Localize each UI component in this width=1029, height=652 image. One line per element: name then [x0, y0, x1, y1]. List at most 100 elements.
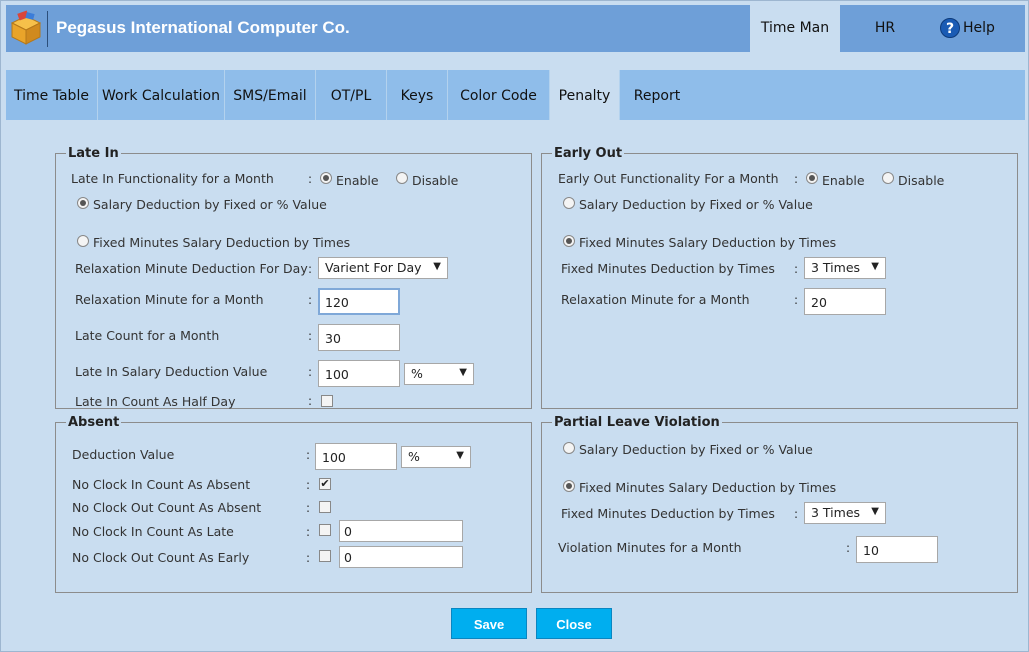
nav-hr[interactable]: HR	[840, 5, 930, 52]
chevron-down-icon: ▼	[459, 367, 467, 378]
absent-deduction-unit-select[interactable]: % ▼	[401, 446, 471, 468]
relax-day-label: Relaxation Minute Deduction For Day	[75, 261, 308, 276]
late-in-deduction-label: Late In Salary Deduction Value	[75, 364, 268, 379]
colon: :	[794, 507, 799, 521]
tab-color-code[interactable]: Color Code	[448, 70, 550, 120]
tab-report[interactable]: Report	[620, 70, 694, 120]
violation-minutes-input[interactable]: 10	[856, 536, 938, 563]
colon: :	[306, 501, 311, 515]
penalty-panel: Late In Late In Functionality for a Mont…	[6, 120, 1025, 643]
late-in-enable-radio[interactable]	[320, 172, 332, 184]
early-out-legend: Early Out	[552, 146, 625, 161]
absent-deduction-input[interactable]: 100	[315, 443, 397, 470]
colon: :	[308, 365, 313, 379]
no-clock-in-late-input[interactable]: 0	[339, 520, 463, 542]
app-logo	[6, 5, 46, 52]
colon: :	[308, 394, 313, 408]
chevron-down-icon: ▼	[433, 261, 441, 272]
partial-leave-fixed-times-select[interactable]: 3 Times ▼	[804, 502, 886, 524]
no-clock-in-absent-label: No Clock In Count As Absent	[72, 477, 251, 492]
no-clock-out-absent-checkbox[interactable]	[319, 501, 331, 513]
colon: :	[308, 329, 313, 343]
relax-day-select[interactable]: Varient For Day ▼	[318, 257, 448, 279]
app-title: Pegasus International Computer Co.	[56, 18, 350, 37]
late-in-salary-fixed-radio[interactable]	[77, 197, 89, 209]
colon: :	[306, 448, 311, 462]
late-in-functionality-label: Late In Functionality for a Month	[71, 171, 274, 186]
relax-day-value: Varient For Day	[325, 260, 422, 275]
early-out-enable-label: Enable	[822, 173, 865, 188]
no-clock-out-early-input[interactable]: 0	[339, 546, 463, 568]
late-in-fixed-minutes-radio[interactable]	[77, 235, 89, 247]
early-out-enable-radio[interactable]	[806, 172, 818, 184]
no-clock-in-late-checkbox[interactable]	[319, 524, 331, 536]
colon: :	[306, 478, 311, 492]
nav-help[interactable]: ? Help	[932, 5, 1024, 52]
colon: :	[794, 293, 799, 307]
colon: :	[308, 293, 313, 307]
early-out-relax-month-label: Relaxation Minute for a Month	[561, 292, 750, 307]
app-window: Pegasus International Computer Co. Time …	[0, 0, 1029, 652]
tab-keys[interactable]: Keys	[387, 70, 448, 120]
chevron-down-icon: ▼	[871, 506, 879, 517]
no-clock-in-absent-checkbox[interactable]: ✔	[319, 478, 331, 490]
tab-sms-email[interactable]: SMS/Email	[225, 70, 316, 120]
late-in-disable-label: Disable	[412, 173, 459, 188]
late-in-deduction-input[interactable]: 100	[318, 360, 400, 387]
colon: :	[794, 262, 799, 276]
late-in-disable-radio[interactable]	[396, 172, 408, 184]
nav-help-label: Help	[963, 20, 995, 36]
early-out-fixed-times-label: Fixed Minutes Deduction by Times	[561, 261, 775, 276]
tab-ot-pl[interactable]: OT/PL	[316, 70, 387, 120]
early-out-disable-radio[interactable]	[882, 172, 894, 184]
no-clock-out-absent-label: No Clock Out Count As Absent	[72, 500, 262, 515]
early-out-fixed-times-value: 3 Times	[811, 260, 861, 275]
tab-work-calculation[interactable]: Work Calculation	[98, 70, 225, 120]
close-button[interactable]: Close	[536, 608, 612, 639]
colon: :	[306, 551, 311, 565]
no-clock-out-early-checkbox[interactable]	[319, 550, 331, 562]
late-in-fixed-minutes-label: Fixed Minutes Salary Deduction by Times	[93, 235, 351, 250]
no-clock-out-early-label: No Clock Out Count As Early	[72, 550, 250, 565]
early-out-fixed-minutes-label: Fixed Minutes Salary Deduction by Times	[579, 235, 837, 250]
no-clock-in-late-label: No Clock In Count As Late	[72, 524, 234, 539]
late-in-section: Late In Late In Functionality for a Mont…	[55, 146, 532, 409]
late-count-input[interactable]: 30	[318, 324, 400, 351]
tab-penalty[interactable]: Penalty	[550, 70, 620, 120]
late-in-legend: Late In	[66, 146, 121, 161]
early-out-salary-fixed-label: Salary Deduction by Fixed or % Value	[579, 197, 813, 212]
late-in-deduction-unit-value: %	[411, 366, 423, 381]
app-header: Pegasus International Computer Co. Time …	[6, 5, 1025, 52]
partial-leave-fixed-times-label: Fixed Minutes Deduction by Times	[561, 506, 775, 521]
colon: :	[846, 541, 851, 555]
partial-leave-fixed-minutes-radio[interactable]	[563, 480, 575, 492]
tab-time-table[interactable]: Time Table	[6, 70, 98, 120]
early-out-section: Early Out Early Out Functionality For a …	[541, 146, 1018, 409]
save-button[interactable]: Save	[451, 608, 527, 639]
early-out-relax-month-input[interactable]: 20	[804, 288, 886, 315]
early-out-fixed-minutes-radio[interactable]	[563, 235, 575, 247]
relax-month-label: Relaxation Minute for a Month	[75, 292, 264, 307]
nav-time-man[interactable]: Time Man	[750, 5, 840, 52]
chevron-down-icon: ▼	[871, 261, 879, 272]
partial-leave-salary-fixed-radio[interactable]	[563, 442, 575, 454]
tab-bar: Time Table Work Calculation SMS/Email OT…	[6, 70, 1025, 120]
relax-month-input[interactable]: 120	[318, 288, 400, 315]
absent-section: Absent Deduction Value : 100 % ▼ No Cloc…	[55, 415, 532, 593]
partial-leave-section: Partial Leave Violation Salary Deduction…	[541, 415, 1018, 593]
late-count-label: Late Count for a Month	[75, 328, 220, 343]
partial-leave-salary-fixed-label: Salary Deduction by Fixed or % Value	[579, 442, 813, 457]
early-out-fixed-times-select[interactable]: 3 Times ▼	[804, 257, 886, 279]
colon: :	[794, 172, 799, 186]
colon: :	[308, 172, 313, 186]
early-out-salary-fixed-radio[interactable]	[563, 197, 575, 209]
half-day-checkbox[interactable]	[321, 395, 333, 407]
early-out-disable-label: Disable	[898, 173, 945, 188]
absent-deduction-label: Deduction Value	[72, 447, 175, 462]
partial-leave-legend: Partial Leave Violation	[552, 415, 722, 430]
partial-leave-fixed-minutes-label: Fixed Minutes Salary Deduction by Times	[579, 480, 837, 495]
absent-deduction-unit-value: %	[408, 449, 420, 464]
late-in-enable-label: Enable	[336, 173, 379, 188]
chevron-down-icon: ▼	[456, 450, 464, 461]
late-in-deduction-unit-select[interactable]: % ▼	[404, 363, 474, 385]
